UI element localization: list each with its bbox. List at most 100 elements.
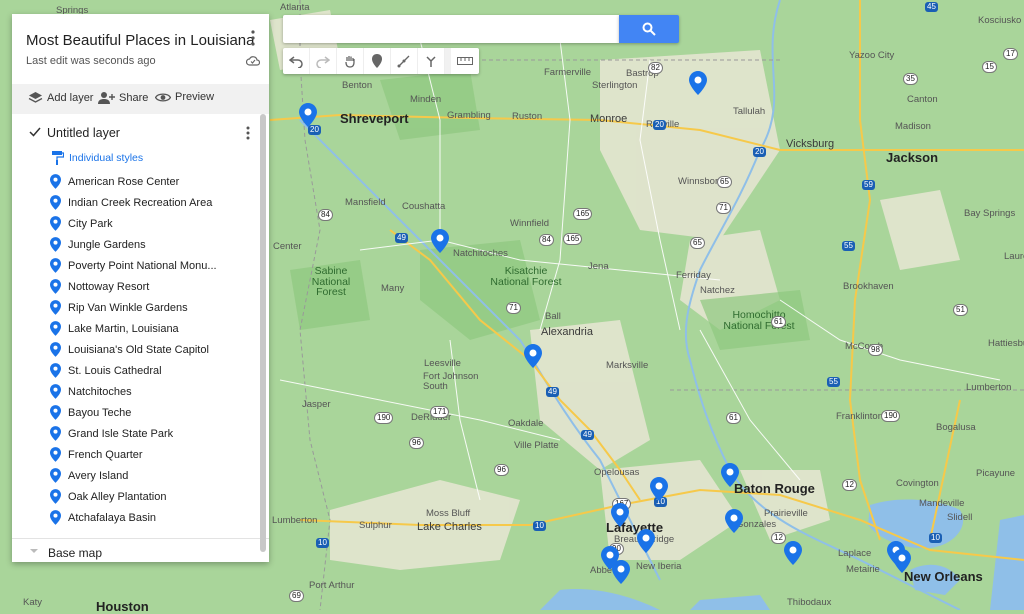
list-item[interactable]: Atchafalaya Basin [50, 507, 217, 528]
add-layer-button[interactable]: Add layer [28, 91, 93, 104]
list-item[interactable]: Avery Island [50, 465, 217, 486]
map-label-city: Bogalusa [936, 422, 976, 433]
place-marker-icon [50, 426, 61, 441]
list-item[interactable]: Natchitoches [50, 381, 217, 402]
preview-label: Preview [175, 91, 215, 103]
base-map-section[interactable]: Base map [12, 538, 269, 562]
map-label-city: Metairie [846, 564, 880, 575]
add-marker-button[interactable] [364, 48, 391, 74]
place-name: Poverty Point National Monu... [68, 259, 217, 272]
interstate-shield: 49 [546, 387, 559, 397]
place-name: Avery Island [68, 469, 129, 482]
map-marker-pin[interactable] [612, 560, 630, 584]
map-label-city: Yazoo City [849, 50, 895, 61]
draw-line-button[interactable] [391, 48, 418, 74]
map-label-city: Lumberton [966, 382, 1012, 393]
list-item[interactable]: American Rose Center [50, 171, 217, 192]
interstate-shield: 55 [842, 241, 855, 251]
map-label-city: Oakdale [508, 418, 544, 429]
measure-distance-button[interactable] [451, 48, 479, 74]
us-route-shield: 190 [881, 410, 901, 422]
interstate-shield: 45 [925, 2, 938, 12]
map-marker-pin[interactable] [721, 463, 739, 487]
place-name: St. Louis Cathedral [68, 364, 162, 377]
list-item[interactable]: St. Louis Cathedral [50, 360, 217, 381]
redo-button[interactable] [310, 48, 337, 74]
map-marker-pin[interactable] [650, 477, 668, 501]
us-route-shield: 96 [409, 437, 424, 449]
panel-scrollbar[interactable] [260, 114, 266, 552]
place-name: Oak Alley Plantation [68, 490, 167, 503]
base-map-label: Base map [48, 546, 103, 560]
list-item[interactable]: Bayou Teche [50, 402, 217, 423]
interstate-shield: 10 [533, 521, 546, 531]
map-marker-pin[interactable] [784, 541, 802, 565]
place-marker-icon [50, 321, 61, 336]
map-label-city: Hattiesburg [988, 338, 1024, 349]
list-item[interactable]: City Park [50, 213, 217, 234]
list-item[interactable]: Lake Martin, Louisiana [50, 318, 217, 339]
layer-name[interactable]: Untitled layer [47, 126, 120, 140]
us-route-shield: 15 [982, 61, 997, 73]
place-name: Louisiana's Old State Capitol [68, 343, 209, 356]
us-route-shield: 71 [506, 302, 521, 314]
map-marker-pin[interactable] [637, 529, 655, 553]
interstate-shield: 20 [653, 120, 666, 130]
map-marker-pin[interactable] [524, 344, 542, 368]
layers-icon [28, 92, 43, 103]
list-item[interactable]: Indian Creek Recreation Area [50, 192, 217, 213]
last-edit-status: Last edit was seconds ago [26, 55, 156, 67]
map-marker-pin[interactable] [611, 503, 629, 527]
map-marker-pin[interactable] [431, 229, 449, 253]
layer-checkbox[interactable] [28, 125, 42, 139]
map-label-city: Picayune [976, 468, 1016, 479]
redo-icon [316, 56, 330, 68]
list-item[interactable]: Grand Isle State Park [50, 423, 217, 444]
interstate-shield: 10 [316, 538, 329, 548]
search-button[interactable] [619, 15, 679, 43]
map-marker-pin[interactable] [299, 103, 317, 127]
map-label-city: Madison [895, 121, 931, 132]
map-label-city: Laplace [838, 548, 872, 559]
share-button[interactable]: Share [98, 91, 148, 104]
us-route-shield: 65 [690, 237, 705, 249]
place-name: Lake Martin, Louisiana [68, 322, 179, 335]
draw-line-icon [397, 55, 410, 68]
place-name: Rip Van Winkle Gardens [68, 301, 188, 314]
map-marker-pin[interactable] [893, 549, 911, 573]
list-item[interactable]: Oak Alley Plantation [50, 486, 217, 507]
map-label-park: Homochitto National Forest [723, 309, 795, 332]
map-label-city: Ferriday [676, 270, 711, 281]
map-label-city: Benton [342, 80, 373, 91]
list-item[interactable]: Rip Van Winkle Gardens [50, 297, 217, 318]
place-marker-icon [50, 342, 61, 357]
layer-options-icon[interactable] [246, 126, 250, 140]
map-title[interactable]: Most Beautiful Places in Louisiana [26, 32, 254, 49]
more-options-icon[interactable] [251, 30, 255, 46]
individual-styles-label: Individual styles [69, 152, 144, 164]
map-marker-pin[interactable] [689, 71, 707, 95]
map-marker-pin[interactable] [725, 509, 743, 533]
place-name: Grand Isle State Park [68, 427, 174, 440]
search-input[interactable] [283, 15, 619, 43]
add-layer-label: Add layer [47, 91, 94, 104]
us-route-shield: 71 [716, 202, 731, 214]
map-label-major-city: Shreveport [340, 111, 409, 126]
chevron-down-icon [30, 549, 38, 553]
add-marker-icon [372, 54, 382, 68]
place-marker-icon [50, 489, 61, 504]
individual-styles-link[interactable]: Individual styles [52, 151, 143, 165]
select-items-button[interactable] [337, 48, 364, 74]
add-directions-button[interactable] [418, 48, 445, 74]
list-item[interactable]: Jungle Gardens [50, 234, 217, 255]
map-label-city: Ville Platte [514, 440, 559, 451]
list-item[interactable]: Nottoway Resort [50, 276, 217, 297]
list-item[interactable]: Louisiana's Old State Capitol [50, 339, 217, 360]
list-item[interactable]: Poverty Point National Monu... [50, 255, 217, 276]
map-label-city: Grambling [447, 110, 491, 121]
list-item[interactable]: French Quarter [50, 444, 217, 465]
undo-button[interactable] [283, 48, 310, 74]
map-label-city: Coushatta [402, 201, 446, 212]
preview-button[interactable]: Preview [155, 91, 214, 103]
us-route-shield: 61 [771, 316, 786, 328]
